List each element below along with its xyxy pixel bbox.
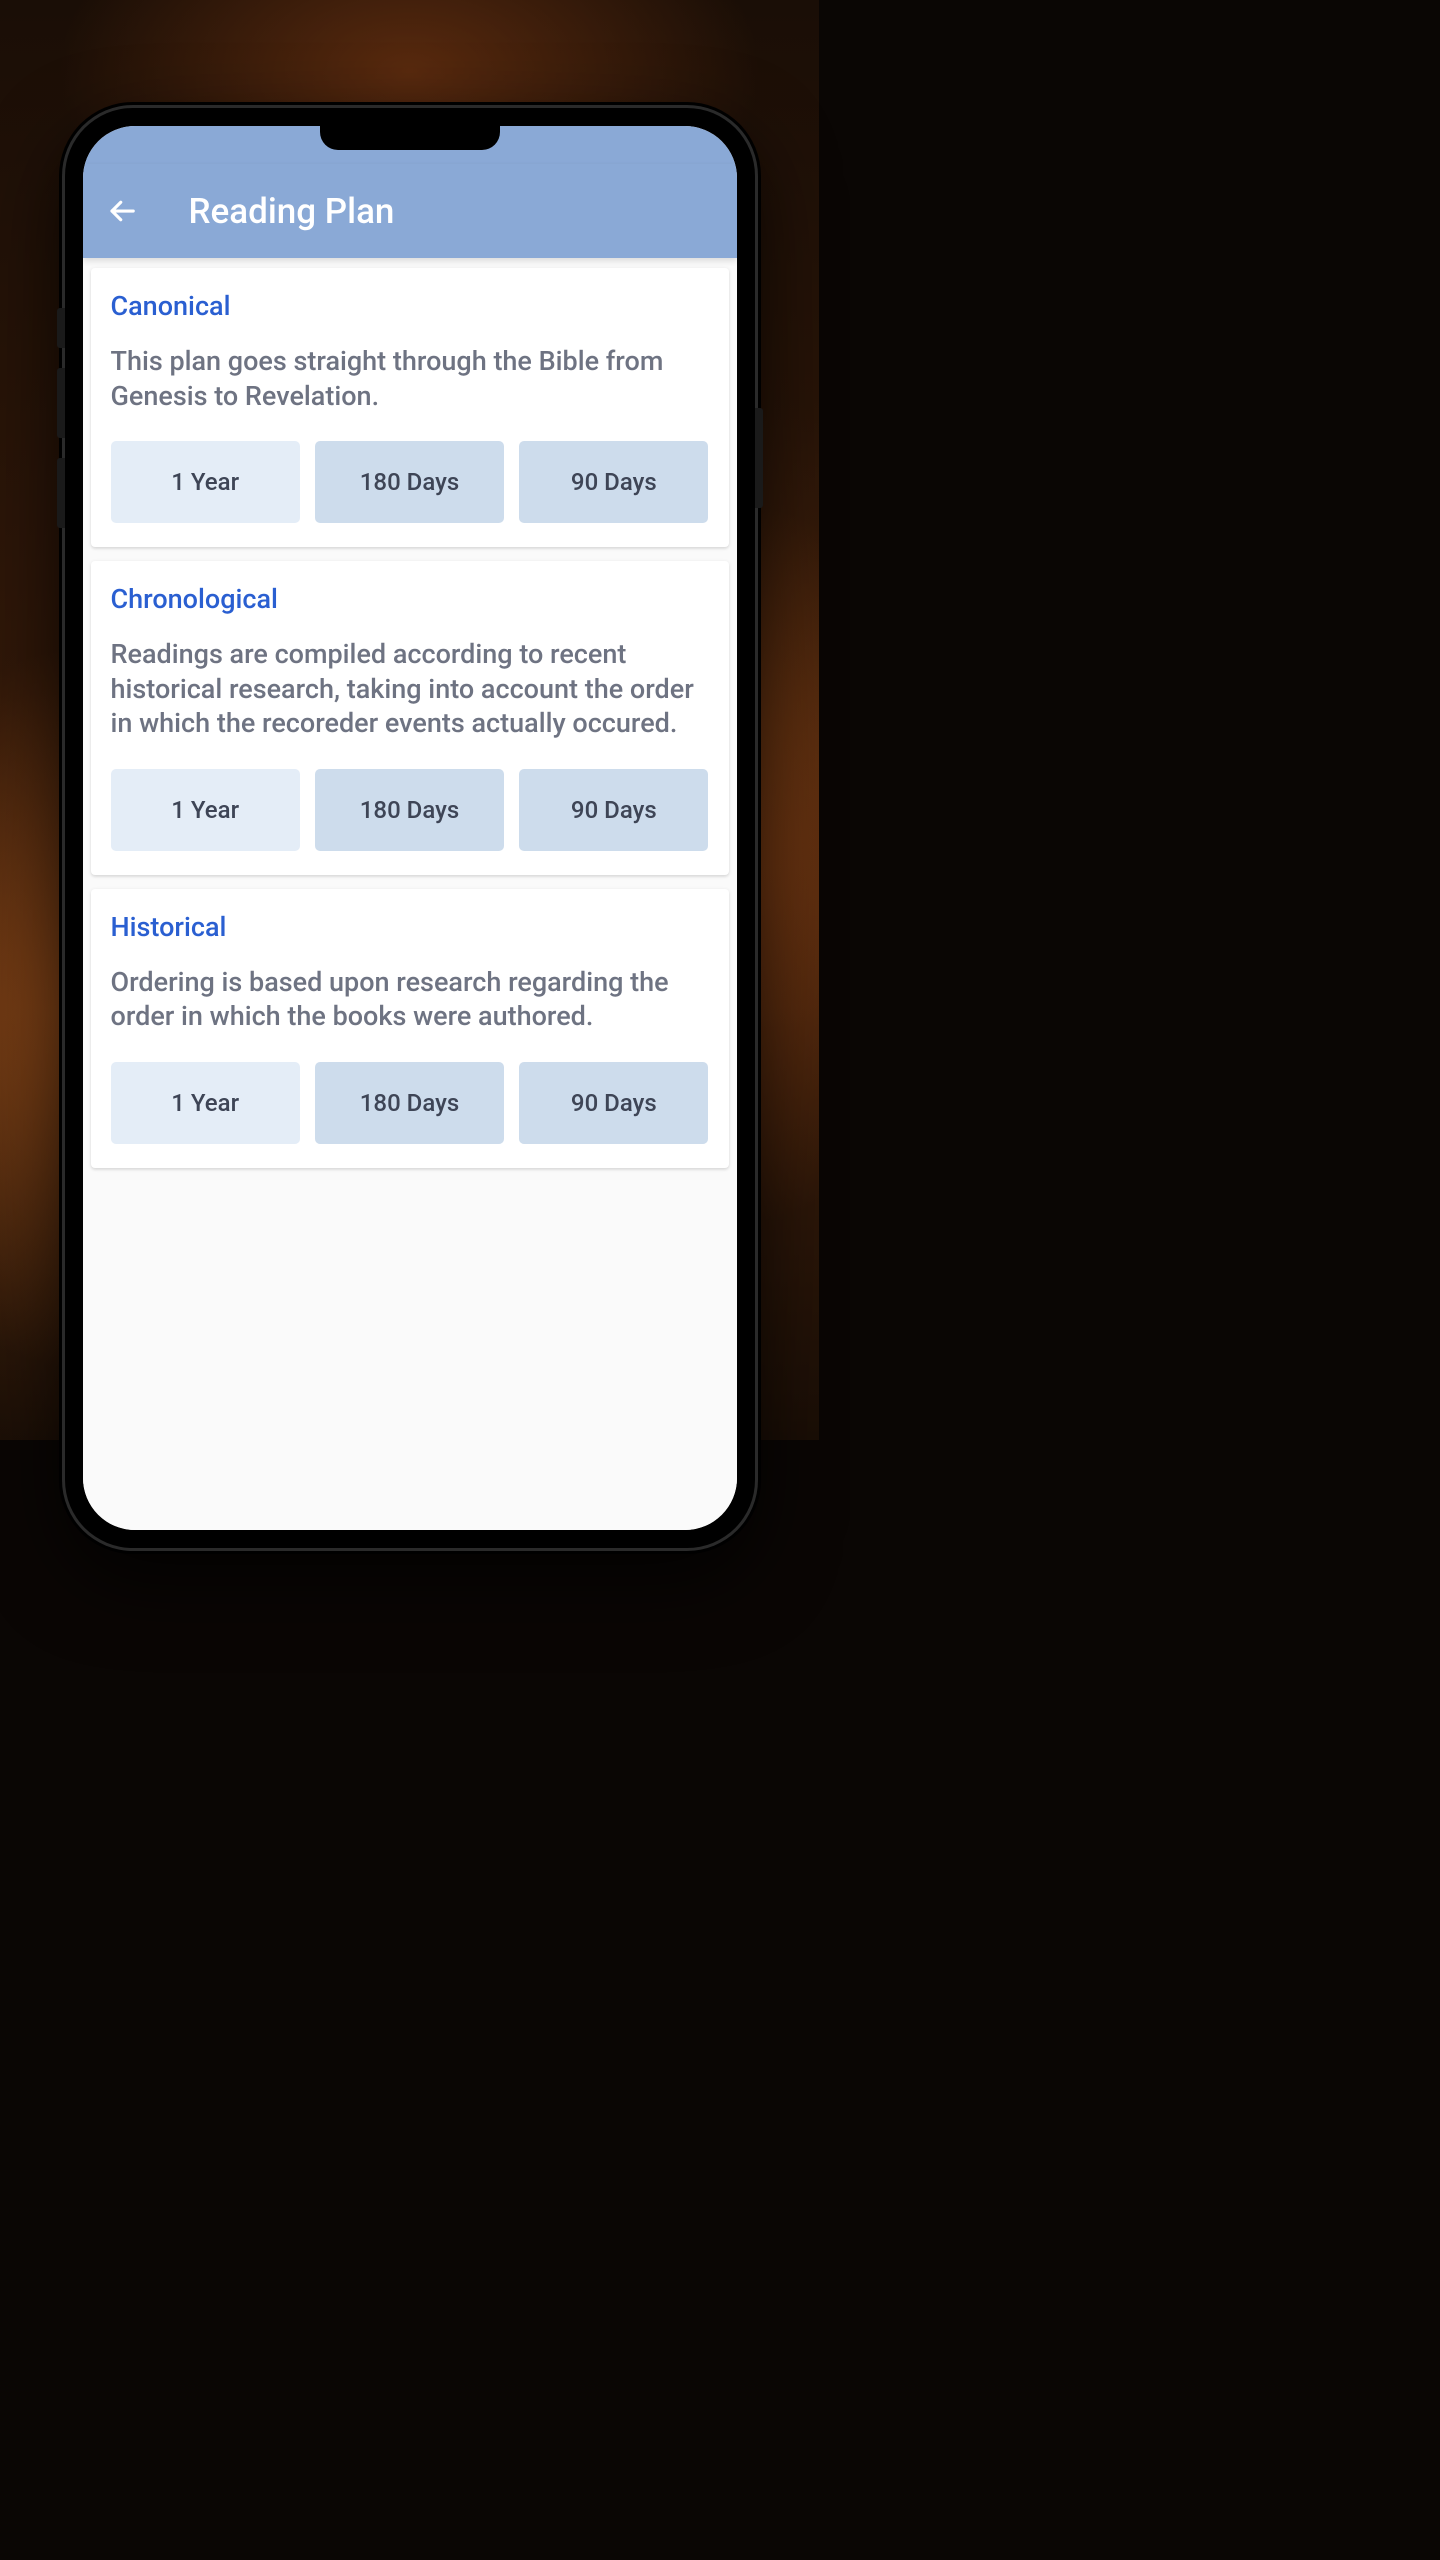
plan-card-historical: Historical Ordering is based upon resear…: [91, 889, 729, 1168]
duration-90-days-button[interactable]: 90 Days: [519, 769, 708, 851]
duration-buttons-row: 1 Year 180 Days 90 Days: [111, 1062, 709, 1144]
content-area: Canonical This plan goes straight throug…: [83, 258, 737, 1530]
plan-description: This plan goes straight through the Bibl…: [111, 344, 709, 413]
plan-title: Canonical: [111, 290, 709, 322]
duration-buttons-row: 1 Year 180 Days 90 Days: [111, 441, 709, 523]
duration-90-days-button[interactable]: 90 Days: [519, 1062, 708, 1144]
plan-title: Historical: [111, 911, 709, 943]
arrow-left-icon: [107, 196, 137, 226]
phone-screen: Reading Plan Canonical This plan goes st…: [83, 126, 737, 1530]
phone-vol-up: [57, 368, 65, 438]
duration-1-year-button[interactable]: 1 Year: [111, 769, 300, 851]
phone-mockup-frame: Reading Plan Canonical This plan goes st…: [65, 108, 755, 1548]
plan-title: Chronological: [111, 583, 709, 615]
duration-1-year-button[interactable]: 1 Year: [111, 441, 300, 523]
plan-card-chronological: Chronological Readings are compiled acco…: [91, 561, 729, 875]
page-title: Reading Plan: [189, 191, 395, 232]
duration-180-days-button[interactable]: 180 Days: [315, 769, 504, 851]
duration-1-year-button[interactable]: 1 Year: [111, 1062, 300, 1144]
duration-180-days-button[interactable]: 180 Days: [315, 441, 504, 523]
plan-description: Ordering is based upon research regardin…: [111, 965, 709, 1034]
app-header: Reading Plan: [83, 164, 737, 258]
duration-90-days-button[interactable]: 90 Days: [519, 441, 708, 523]
plan-card-canonical: Canonical This plan goes straight throug…: [91, 268, 729, 547]
duration-180-days-button[interactable]: 180 Days: [315, 1062, 504, 1144]
phone-mute-switch: [57, 308, 65, 348]
plan-description: Readings are compiled according to recen…: [111, 637, 709, 741]
duration-buttons-row: 1 Year 180 Days 90 Days: [111, 769, 709, 851]
back-button[interactable]: [103, 192, 141, 230]
phone-notch: [320, 126, 500, 150]
phone-power-button: [755, 408, 763, 508]
phone-vol-down: [57, 458, 65, 528]
